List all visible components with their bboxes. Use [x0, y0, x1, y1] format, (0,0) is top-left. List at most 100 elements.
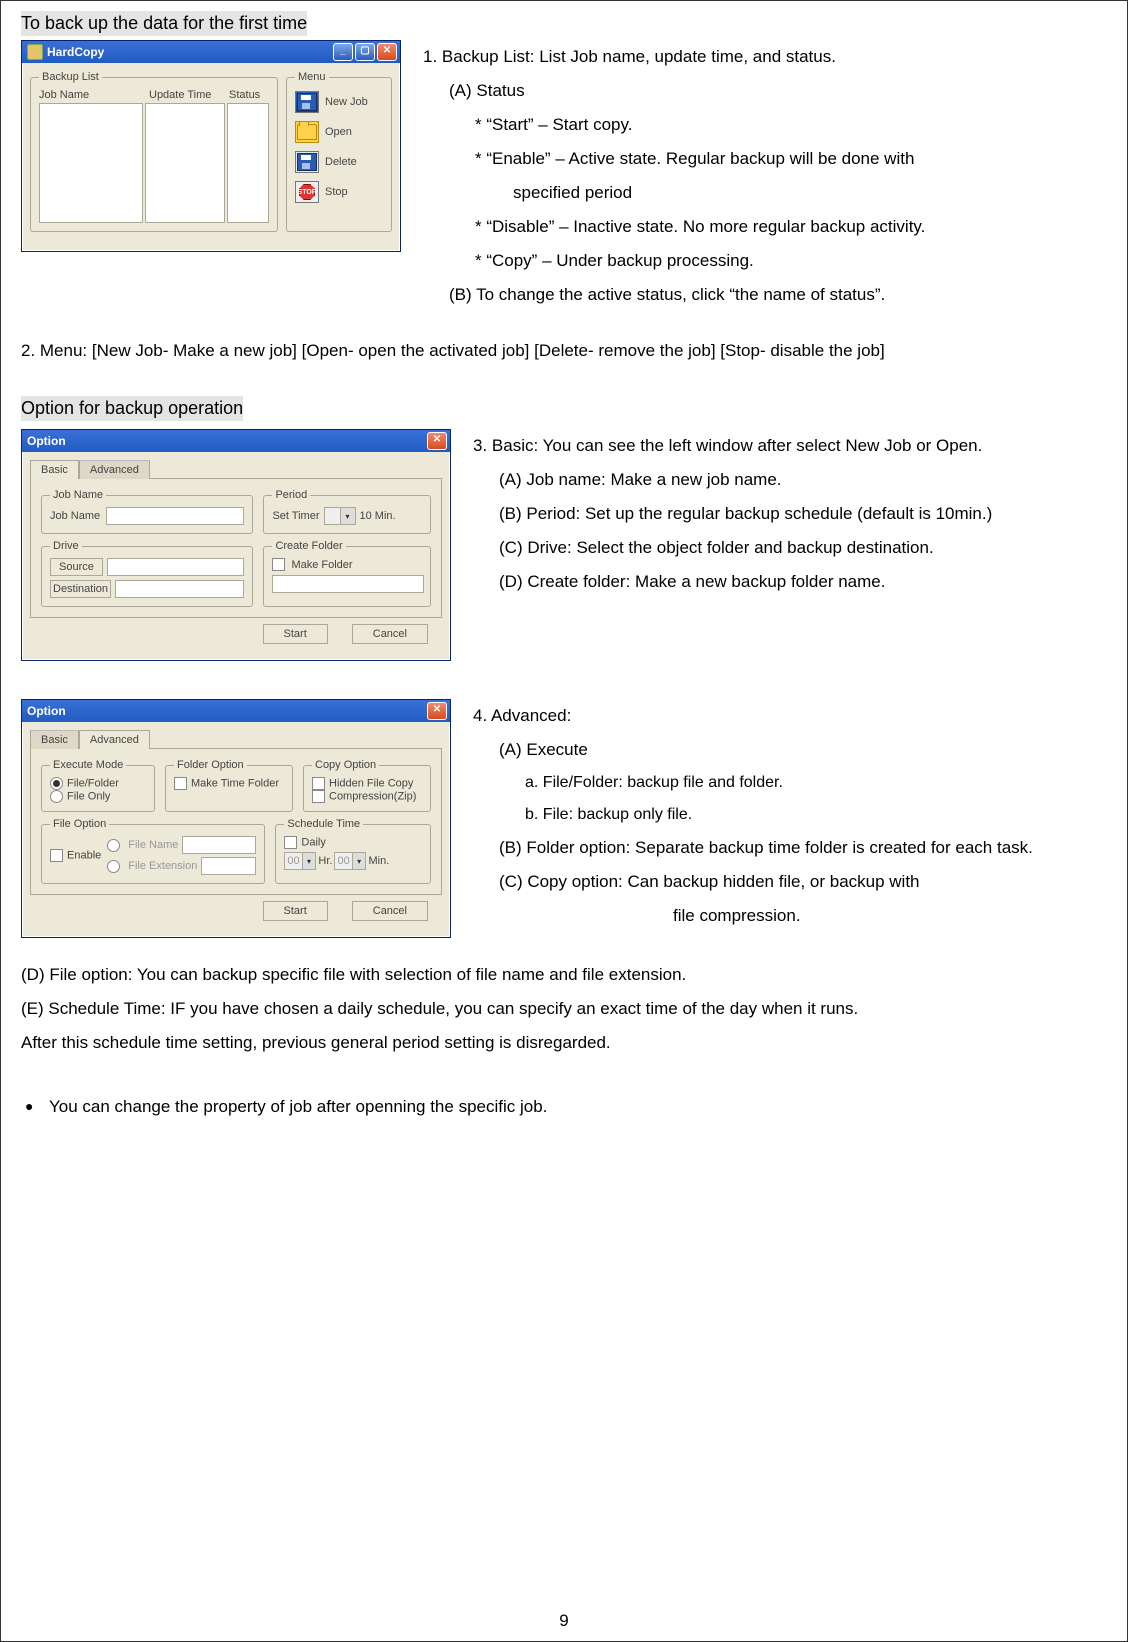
menu-new-label: New Job	[325, 96, 368, 108]
tab-basic[interactable]: Basic	[30, 460, 79, 479]
t4-ld: (D) File option: You can backup specific…	[21, 958, 1107, 992]
chevron-down-icon: ▾	[352, 853, 366, 869]
fileext-radio[interactable]	[107, 860, 120, 873]
floppy-new-icon	[295, 91, 319, 113]
basic-panel: Job Name Job Name Period Set Timer ▾	[30, 478, 442, 618]
menu-open-label: Open	[325, 126, 352, 138]
exec-fileonly-radio[interactable]	[50, 790, 63, 803]
update-time-area[interactable]	[145, 103, 225, 223]
hardcopy-body: Backup List Job Name Update Time Status	[22, 63, 400, 240]
close-button[interactable]: ✕	[377, 43, 397, 61]
hr-select[interactable]: 00▾	[284, 852, 316, 870]
col-job-name: Job Name	[39, 89, 149, 101]
t4-l1: 4. Advanced:	[473, 699, 1107, 733]
period-group: Period Set Timer ▾ 10 Min.	[263, 489, 431, 534]
hr-label: Hr.	[318, 855, 332, 867]
option-adv-body: Basic Advanced Execute Mode File/Folder …	[22, 722, 450, 937]
source-path-input[interactable]	[107, 558, 245, 576]
zip-checkbox[interactable]	[312, 790, 325, 803]
t4-la: (A) Execute	[473, 733, 1107, 767]
t1-l1: 1. Backup List: List Job name, update ti…	[423, 40, 1107, 74]
row-option-basic: Option ✕ Basic Advanced Job Name Job Nam…	[21, 429, 1107, 661]
menu-open[interactable]: Open	[295, 121, 383, 143]
folder-icon	[295, 121, 319, 143]
jobname-label: Job Name	[50, 510, 100, 522]
option-adv-close-button[interactable]: ✕	[427, 702, 447, 720]
filename-input[interactable]	[182, 836, 256, 854]
t1-b: (B) To change the active status, click “…	[423, 278, 1107, 312]
t1-enable1: * “Enable” – Active state. Regular backu…	[423, 142, 1107, 176]
source-button[interactable]: Source	[50, 558, 103, 576]
t4-lb: (B) Folder option: Separate backup time …	[473, 831, 1107, 865]
option-adv-title: Option	[27, 704, 66, 718]
floppy-icon	[295, 151, 319, 173]
menu-stop[interactable]: STOP Stop	[295, 181, 383, 203]
tab-advanced-2[interactable]: Advanced	[79, 730, 150, 749]
zip-label: Compression(Zip)	[329, 790, 416, 802]
t3-l1: 3. Basic: You can see the left window af…	[473, 429, 1107, 463]
exec-f-label: File Only	[67, 790, 110, 802]
filename-radio[interactable]	[107, 839, 120, 852]
menu-explain: 2. Menu: [New Job- Make a new job] [Open…	[21, 334, 1107, 368]
drive-legend: Drive	[50, 540, 82, 552]
option-basic-close-button[interactable]: ✕	[427, 432, 447, 450]
tab-basic-2[interactable]: Basic	[30, 730, 79, 749]
adv-panel: Execute Mode File/Folder File Only Folde…	[30, 748, 442, 895]
basic-explain: 3. Basic: You can see the left window af…	[473, 429, 1107, 599]
sched-legend: Schedule Time	[284, 818, 363, 830]
menu-new-job[interactable]: New Job	[295, 91, 383, 113]
daily-checkbox[interactable]	[284, 836, 297, 849]
section2-heading: Option for backup operation	[21, 396, 243, 421]
adv-start-button[interactable]: Start	[263, 901, 328, 921]
destination-button[interactable]: Destination	[50, 580, 111, 598]
col-update-time: Update Time	[149, 89, 229, 101]
daily-label: Daily	[301, 836, 325, 848]
t1-a: (A) Status	[423, 74, 1107, 108]
minimize-button[interactable]: _	[333, 43, 353, 61]
option-basic-title: Option	[27, 434, 66, 448]
stop-icon: STOP	[295, 181, 319, 203]
t4-le: (E) Schedule Time: IF you have chosen a …	[21, 992, 1107, 1026]
createfolder-group: Create Folder Make Folder	[263, 540, 431, 607]
exec-ff-label: File/Folder	[67, 777, 119, 789]
menu-delete-label: Delete	[325, 156, 357, 168]
destination-path-input[interactable]	[115, 580, 244, 598]
makefolder-checkbox[interactable]	[272, 558, 285, 571]
t1-enable2: specified period	[423, 176, 1107, 210]
menu-delete[interactable]: Delete	[295, 151, 383, 173]
exec-group: Execute Mode File/Folder File Only	[41, 759, 155, 812]
fileext-input[interactable]	[201, 857, 256, 875]
tab-advanced[interactable]: Advanced	[79, 460, 150, 479]
hidden-label: Hidden File Copy	[329, 777, 413, 789]
t4-lc: (C) Copy option: Can backup hidden file,…	[473, 865, 1107, 899]
maketimefolder-checkbox[interactable]	[174, 777, 187, 790]
t3-lb: (B) Period: Set up the regular backup sc…	[473, 497, 1107, 531]
hardcopy-titlebar: HardCopy _ ▢ ✕	[22, 41, 400, 63]
maximize-button[interactable]: ▢	[355, 43, 375, 61]
jobname-input[interactable]	[106, 507, 244, 525]
period-value: 10 Min.	[360, 510, 396, 522]
adv-cancel-button[interactable]: Cancel	[352, 901, 428, 921]
menu-stop-label: Stop	[325, 186, 348, 198]
status-area[interactable]	[227, 103, 269, 223]
fileopt-enable-checkbox[interactable]	[50, 849, 63, 862]
t1-disable: * “Disable” – Inactive state. No more re…	[423, 210, 1107, 244]
adv-continued: (D) File option: You can backup specific…	[21, 958, 1107, 1060]
page-number: 9	[1, 1611, 1127, 1631]
fileopt-enable-label: Enable	[67, 849, 101, 861]
min-label: Min.	[368, 855, 389, 867]
cancel-button[interactable]: Cancel	[352, 624, 428, 644]
chevron-down-icon: ▾	[340, 508, 355, 524]
job-list-area[interactable]	[39, 103, 143, 223]
exec-filefolder-radio[interactable]	[50, 777, 63, 790]
menu-group: Menu New Job Open	[286, 71, 392, 232]
row-option-advanced: Option ✕ Basic Advanced Execute Mode Fil…	[21, 699, 1107, 938]
start-button[interactable]: Start	[263, 624, 328, 644]
jobname-group: Job Name Job Name	[41, 489, 253, 534]
period-select[interactable]: ▾	[324, 507, 356, 525]
backup-list-group: Backup List Job Name Update Time Status	[30, 71, 278, 232]
hidden-checkbox[interactable]	[312, 777, 325, 790]
folder-name-input[interactable]	[272, 575, 424, 593]
min-select[interactable]: 00▾	[334, 852, 366, 870]
t3-ld: (D) Create folder: Make a new backup fol…	[473, 565, 1107, 599]
